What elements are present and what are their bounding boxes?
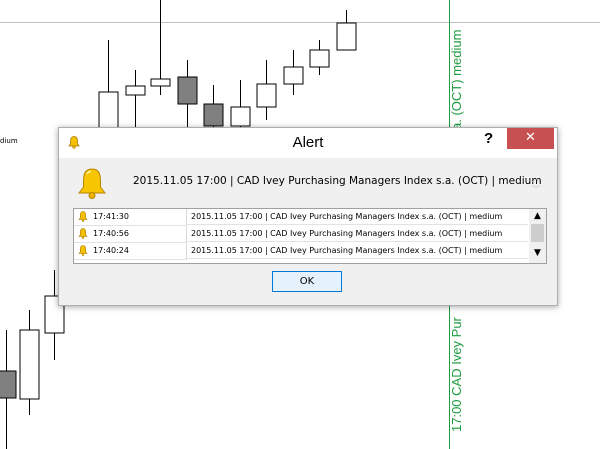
candle-body (230, 106, 251, 127)
list-item[interactable]: 17:40:56 2015.11.05 17:00 | CAD Ivey Pur… (74, 226, 528, 243)
event-label-bottom: 17:00 CAD Ivey Pur (449, 317, 464, 432)
candle-body (125, 85, 146, 96)
history-scrollbar[interactable]: ▲ ▼ (529, 209, 546, 263)
alert-history-message: 2015.11.05 17:00 | CAD Ivey Purchasing M… (187, 243, 528, 259)
bell-icon (78, 168, 106, 199)
alert-history-list[interactable]: 17:41:30 2015.11.05 17:00 | CAD Ivey Pur… (73, 208, 547, 264)
close-button[interactable]: ✕ (507, 128, 554, 149)
candle-body (203, 103, 224, 127)
time-cell: 17:40:56 (74, 226, 187, 243)
list-item[interactable]: 17:40:24 2015.11.05 17:00 | CAD Ivey Pur… (74, 243, 528, 260)
time-cell: 17:40:24 (74, 243, 187, 260)
candle-body (336, 22, 357, 51)
dialog-title: Alert (292, 134, 324, 151)
event-label-top: a. (OCT) medium (449, 29, 464, 130)
candle-body (283, 66, 304, 85)
ok-button[interactable]: OK (272, 271, 342, 292)
edge-label: dium (0, 137, 18, 145)
bell-icon (78, 245, 88, 256)
candle-body (256, 83, 277, 108)
candle-body (309, 49, 330, 68)
alert-history-message: 2015.11.05 17:00 | CAD Ivey Purchasing M… (187, 209, 528, 225)
bell-icon (78, 211, 88, 222)
scrollbar-thumb[interactable] (531, 224, 544, 242)
bell-icon (78, 228, 88, 239)
candle-body (0, 370, 17, 399)
candle-body (177, 76, 198, 105)
list-item[interactable]: 17:41:30 2015.11.05 17:00 | CAD Ivey Pur… (74, 209, 528, 226)
alert-history-message: 2015.11.05 17:00 | CAD Ivey Purchasing M… (187, 226, 528, 242)
message-scroll-arrows[interactable]: ︿ ﹀ (531, 173, 541, 203)
candle-body (150, 78, 171, 87)
title-bar[interactable]: Alert ? ✕ (59, 128, 557, 158)
help-button[interactable]: ? (484, 130, 500, 150)
candle-body (19, 329, 40, 400)
alert-time: 17:41:30 (93, 212, 129, 221)
alert-message: 2015.11.05 17:00 | CAD Ivey Purchasing M… (133, 175, 542, 187)
time-cell: 17:41:30 (74, 209, 187, 226)
alert-time: 17:40:56 (93, 229, 129, 238)
scroll-down-icon[interactable]: ▼ (529, 246, 546, 260)
alert-time: 17:40:24 (93, 246, 129, 255)
scroll-up-icon[interactable]: ▲ (529, 209, 546, 223)
alert-dialog: Alert ? ✕ 2015.11.05 17:00 | CAD Ivey Pu… (58, 127, 558, 306)
